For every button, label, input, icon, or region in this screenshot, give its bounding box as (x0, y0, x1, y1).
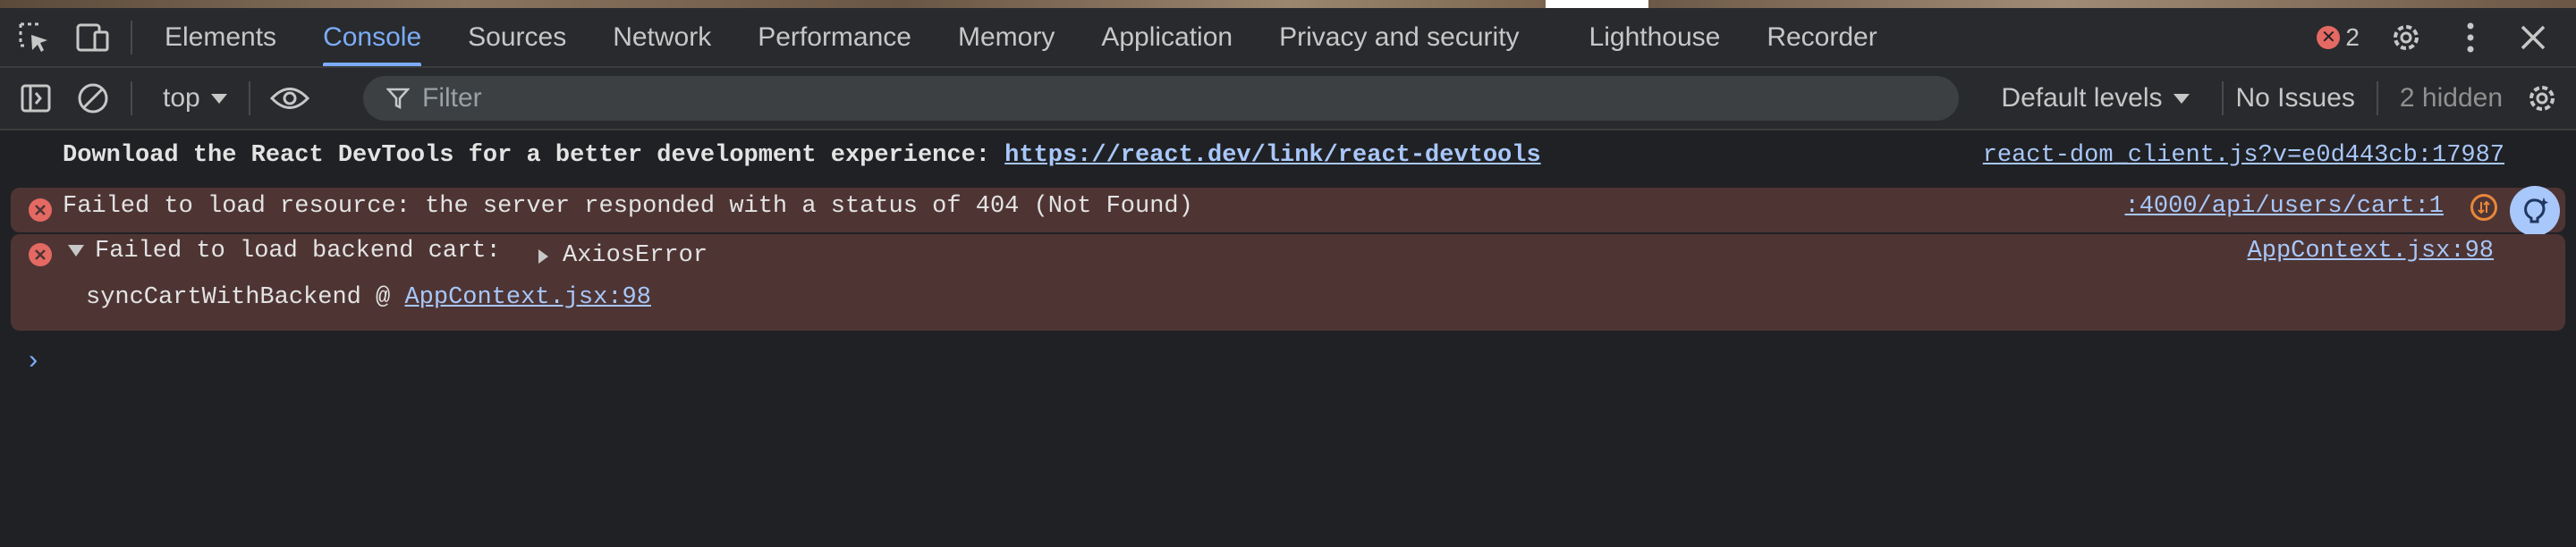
console-toolbar: top Default levels No Issues 2 hidden (0, 68, 2576, 130)
tab-privacy-and-security[interactable]: Privacy and security (1256, 8, 1542, 66)
console-settings-gear-icon[interactable] (2522, 79, 2562, 118)
message-text: Download the React DevTools for a better… (63, 142, 1541, 169)
tab-sources[interactable]: Sources (445, 8, 589, 66)
context-label: top (163, 83, 200, 113)
settings-gear-icon[interactable] (2386, 18, 2426, 57)
toolbar-divider (248, 81, 250, 115)
console-message-info: Download the React DevTools for a better… (0, 130, 2576, 175)
close-icon[interactable] (2513, 18, 2553, 57)
hidden-count: 2 hidden (2399, 83, 2503, 113)
error-icon (29, 243, 52, 266)
source-link[interactable]: react-dom_client.js?v=e0d443cb:17987 (1983, 142, 2504, 169)
toolbar-divider (2221, 81, 2224, 115)
clear-console-icon[interactable] (73, 79, 113, 118)
toolbar-divider (131, 81, 132, 115)
console-prompt[interactable]: › (25, 347, 41, 377)
error-icon (29, 198, 52, 222)
toolbar-right: Default levels No Issues 2 hidden (2001, 68, 2567, 129)
chevron-down-icon (210, 93, 227, 104)
tab-recorder[interactable]: Recorder (1743, 8, 1900, 66)
log-levels-label: Default levels (2001, 83, 2163, 113)
chevron-down-icon (2173, 93, 2190, 104)
context-selector[interactable]: top (163, 83, 227, 114)
console-message-error-expanded: Failed to load backend cart: AxiosError … (11, 234, 2565, 331)
issues-button[interactable]: No Issues (2236, 83, 2355, 114)
page-background-strip (0, 0, 2576, 8)
device-toolbar-icon[interactable] (73, 18, 113, 57)
tab-memory[interactable]: Memory (935, 8, 1078, 66)
log-levels-dropdown[interactable]: Default levels (2001, 83, 2190, 114)
tab-performance[interactable]: Performance (734, 8, 935, 66)
tab-console[interactable]: Console (300, 8, 445, 66)
more-options-icon[interactable] (2451, 18, 2490, 57)
message-text: Failed to load resource: the server resp… (63, 193, 1193, 220)
console-message-error: Failed to load resource: the server resp… (11, 188, 2565, 232)
message-text: Failed to load backend cart: (95, 238, 501, 265)
filter-box (363, 76, 1959, 121)
toolbar-divider (2376, 81, 2378, 115)
stack-trace-link[interactable]: AppContext.jsx:98 (404, 284, 650, 311)
devtools-tabbar: Elements Console Sources Network Perform… (0, 8, 2576, 68)
inspect-element-icon[interactable] (14, 18, 54, 57)
error-count: 2 (2345, 22, 2360, 51)
show-sidebar-icon[interactable] (16, 79, 55, 118)
tabbar-divider (131, 20, 132, 55)
tab-network[interactable]: Network (589, 8, 734, 66)
filter-input[interactable] (420, 82, 1855, 114)
error-count-badge[interactable]: ✕ 2 (2317, 23, 2360, 52)
source-link[interactable]: AppContext.jsx:98 (2248, 238, 2494, 265)
object-expand-icon[interactable] (538, 249, 548, 264)
tabbar-actions: ✕ 2 (2317, 8, 2567, 66)
tab-application[interactable]: Application (1078, 8, 1256, 66)
ai-insight-button[interactable] (2510, 186, 2560, 236)
react-devtools-link[interactable]: https://react.dev/link/react-devtools (1004, 142, 1541, 169)
tab-lighthouse[interactable]: Lighthouse (1566, 8, 1744, 66)
expand-triangle-icon[interactable] (68, 245, 84, 257)
error-icon: ✕ (2317, 25, 2341, 49)
live-expression-eye-icon[interactable] (269, 79, 309, 118)
tab-elements[interactable]: Elements (141, 8, 300, 66)
stack-trace-line: syncCartWithBackend @ AppContext.jsx:98 (86, 284, 651, 311)
source-link[interactable]: :4000/api/users/cart:1 (2125, 193, 2444, 220)
network-request-icon[interactable] (2470, 194, 2497, 221)
axios-error-object[interactable]: AxiosError (563, 242, 708, 269)
filter-icon (386, 87, 410, 110)
